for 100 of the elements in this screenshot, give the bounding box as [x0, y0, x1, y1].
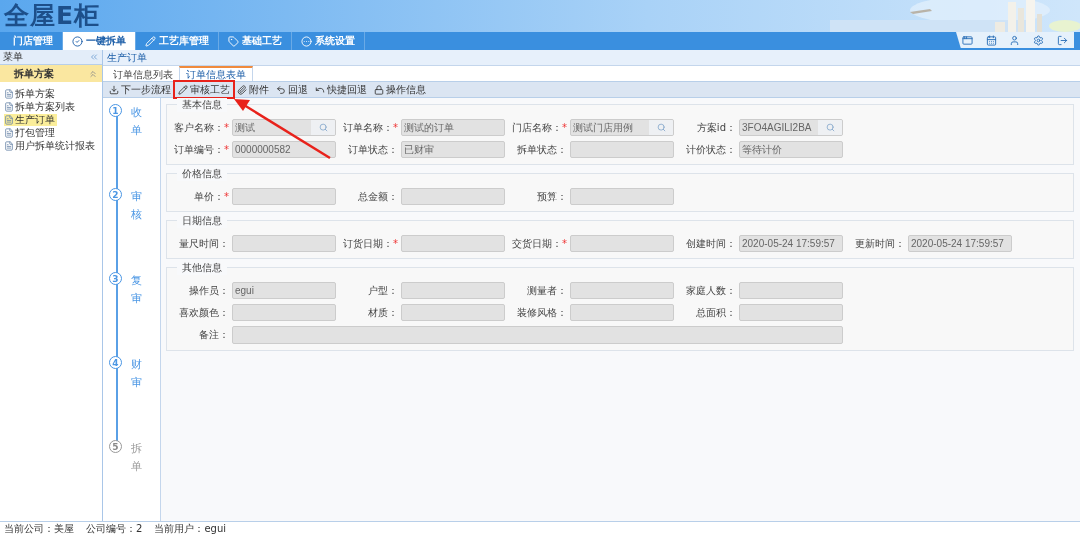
field-label: 户型：: [367, 284, 398, 298]
section-legend: 其他信息: [177, 261, 227, 275]
field-label: 订货日期：*: [342, 237, 398, 251]
sidebar-item[interactable]: 拆单方案列表: [4, 101, 77, 113]
step-number: 4: [109, 356, 122, 369]
field-label: 总金额：: [357, 190, 398, 204]
input-field[interactable]: [570, 235, 674, 252]
input-field[interactable]: [401, 235, 505, 252]
status-text: 当前用户：egui: [154, 521, 226, 535]
nav-tab-label: 门店管理: [13, 34, 53, 48]
field-label: 订单名称：*: [342, 121, 398, 135]
window-icon[interactable]: [962, 34, 974, 46]
input-field[interactable]: [570, 282, 674, 299]
nav-tab[interactable]: 一键拆单: [63, 32, 136, 50]
field-label: 操作员：: [188, 284, 229, 298]
input-field[interactable]: [401, 282, 505, 299]
document-icon: [4, 89, 14, 99]
step-label: 财审: [131, 357, 142, 391]
tab[interactable]: 订单信息表单: [179, 66, 253, 81]
field-label: 备注：: [198, 328, 229, 342]
field-label: 拆单状态：: [516, 143, 567, 157]
document-icon: [4, 102, 14, 112]
input-field[interactable]: 0000000582: [232, 141, 336, 158]
search-field[interactable]: 3FO4AGILI2BA: [739, 119, 843, 136]
lock-icon: [374, 84, 384, 95]
field-label: 喜欢颜色：: [178, 306, 229, 320]
tab[interactable]: 订单信息列表: [107, 66, 179, 81]
field-label: 材质：: [367, 306, 398, 320]
search-icon: [656, 123, 666, 132]
section-legend: 日期信息: [177, 214, 227, 228]
input-field[interactable]: [739, 304, 843, 321]
input-field[interactable]: 2020-05-24 17:59:57: [908, 235, 1012, 252]
settings-icon[interactable]: [1033, 34, 1045, 46]
sidebar-item[interactable]: 打包管理: [4, 127, 57, 139]
search-field[interactable]: 测试门店用例: [570, 119, 674, 136]
step-label: 复审: [131, 273, 142, 307]
input-field[interactable]: 等待计价: [739, 141, 843, 158]
undo-icon: [276, 84, 286, 95]
check-icon: [72, 35, 83, 47]
field-label: 方案id：: [695, 121, 736, 135]
toolbar-button[interactable]: 下一步流程: [107, 83, 173, 96]
button-label: 审核工艺: [190, 82, 230, 97]
search-field[interactable]: 测试: [232, 119, 336, 136]
toolbar-button[interactable]: 附件: [235, 83, 271, 96]
toolbar-button[interactable]: 操作信息: [372, 83, 428, 96]
step-number: 5: [109, 440, 122, 453]
section-legend: 基本信息: [177, 98, 227, 112]
sidebar-item[interactable]: 生产订单: [4, 114, 57, 126]
step-number: 2: [109, 188, 122, 201]
nav-tab-label: 一键拆单: [86, 34, 126, 48]
field-label: 测量者：: [526, 284, 567, 298]
sidebar-section[interactable]: 拆单方案: [0, 65, 102, 82]
section-title: 拆单方案: [14, 66, 54, 81]
input-field[interactable]: [570, 141, 674, 158]
user-icon[interactable]: [1009, 34, 1021, 46]
notes-field[interactable]: [232, 326, 843, 344]
step-label: 审核: [131, 189, 142, 223]
field-label: 计价状态：: [685, 143, 736, 157]
item-label: 生产订单: [15, 113, 55, 127]
collapse-icon[interactable]: [88, 68, 98, 79]
calendar-icon[interactable]: [985, 34, 997, 46]
toolbar-button[interactable]: 回退: [274, 83, 310, 96]
collapse-icon[interactable]: [89, 52, 99, 62]
search-icon: [318, 123, 328, 132]
input-field[interactable]: [570, 188, 674, 205]
sidebar-item[interactable]: 拆单方案: [4, 88, 57, 100]
input-field[interactable]: [232, 235, 336, 252]
input-field[interactable]: [232, 304, 336, 321]
toolbar-button[interactable]: 审核工艺: [176, 83, 232, 96]
item-label: 用户拆单统计报表: [15, 139, 95, 153]
sidebar-title: 菜单: [3, 50, 23, 64]
input-field[interactable]: [232, 188, 336, 205]
input-field[interactable]: egui: [232, 282, 336, 299]
search-button[interactable]: [311, 120, 335, 135]
document-icon: [4, 115, 14, 125]
document-icon: [4, 128, 14, 138]
field-label: 订单状态：: [347, 143, 398, 157]
status-text: 公司编号：2: [86, 521, 143, 535]
field-label: 装修风格：: [516, 306, 567, 320]
step-number: 1: [109, 104, 122, 117]
sidebar-item[interactable]: 用户拆单统计报表: [4, 140, 97, 152]
input-field[interactable]: [570, 304, 674, 321]
input-field[interactable]: 2020-05-24 17:59:57: [739, 235, 843, 252]
button-label: 快捷回退: [327, 82, 367, 97]
search-button[interactable]: [649, 120, 673, 135]
input-field[interactable]: [401, 188, 505, 205]
pencil-icon: [145, 35, 156, 47]
field-label: 总面积：: [695, 306, 736, 320]
toolbar-button[interactable]: 快捷回退: [313, 83, 369, 96]
search-button[interactable]: [818, 120, 842, 135]
item-label: 拆单方案: [15, 87, 55, 101]
logo: 全屋E柜: [4, 1, 101, 31]
button-label: 附件: [249, 82, 269, 97]
button-label: 下一步流程: [121, 82, 171, 97]
input-field[interactable]: 已财审: [401, 141, 505, 158]
input-field[interactable]: 测试的订单: [401, 119, 505, 136]
logout-icon[interactable]: [1056, 34, 1068, 46]
input-field[interactable]: [401, 304, 505, 321]
input-field[interactable]: [739, 282, 843, 299]
paperclip-icon: [237, 84, 247, 95]
